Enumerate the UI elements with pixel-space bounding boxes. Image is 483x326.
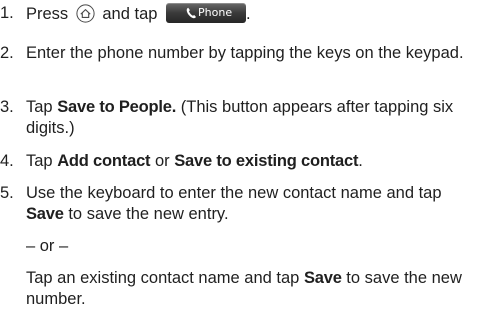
step-text: Tap Save to People. (This button appears… [26, 97, 476, 139]
tap-text: Tap [26, 98, 53, 116]
step-text: Enter the phone number by tapping the ke… [26, 44, 464, 62]
tap-text: Tap [26, 152, 53, 170]
step-number: 4. [0, 152, 14, 170]
step-number: 1. [0, 4, 14, 22]
phone-button-image: Phone [166, 3, 247, 23]
home-icon [76, 4, 95, 23]
step-5-primary: Use the keyboard to enter the new contac… [26, 183, 476, 225]
step-number: 2. [0, 44, 14, 62]
alt-save-label: Save [303, 269, 342, 287]
or-text: or [154, 152, 170, 170]
step-end-punct: . [246, 5, 251, 23]
step-text: Use the keyboard to enter the new contac… [26, 183, 476, 310]
save-to-existing-contact-label: Save to existing contact [174, 152, 359, 170]
step-5-rest: to save the new entry. [68, 205, 229, 223]
and-tap-text: and tap [102, 5, 158, 23]
phone-button-label: Phone [198, 6, 233, 19]
save-label: Save [26, 205, 64, 223]
step-text: Tap Add contact or Save to existing cont… [26, 151, 476, 172]
step-number: 5. [0, 184, 14, 202]
or-separator: – or – [26, 237, 69, 255]
alt-lead: Tap an existing contact name and tap [26, 269, 300, 287]
save-to-people-label: Save to People. [57, 98, 177, 116]
add-contact-label: Add contact [57, 152, 151, 170]
step-5-alternative: Tap an existing contact name and tap Sav… [26, 268, 476, 310]
phone-handset-icon [186, 7, 197, 19]
step-number: 3. [0, 98, 14, 116]
press-text: Press [26, 5, 69, 23]
step-text: Press and tap Phone . [26, 3, 476, 25]
step-5-lead: Use the keyboard to enter the new contac… [26, 184, 442, 202]
step-end-punct: . [358, 152, 363, 170]
